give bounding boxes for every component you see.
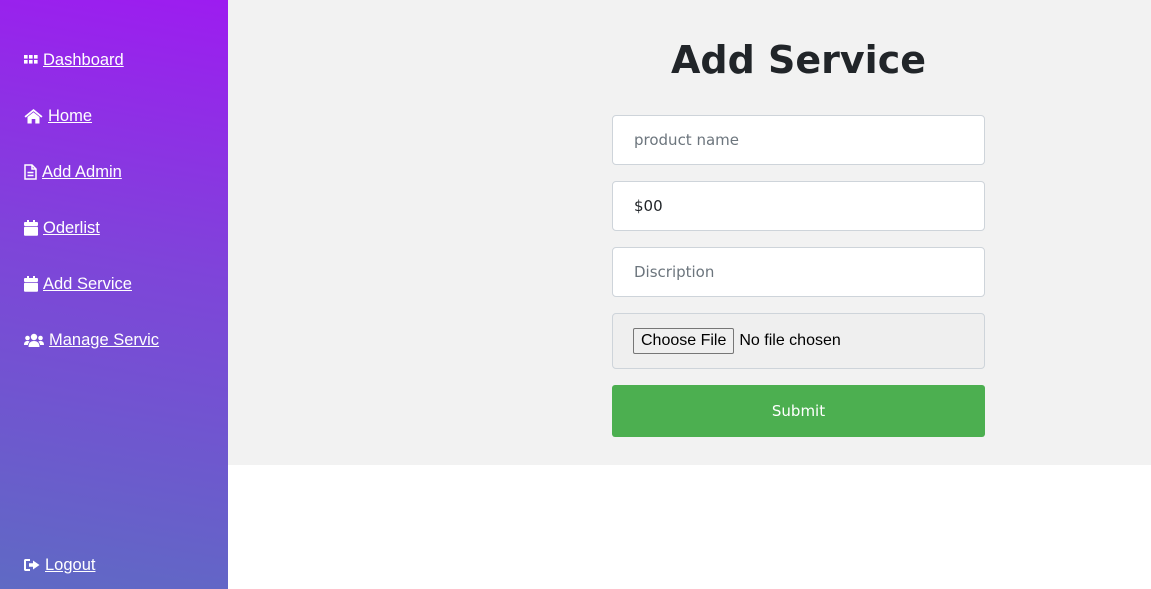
calendar-icon (24, 220, 38, 236)
sidebar-item-label: Home (48, 106, 93, 125)
logout-link[interactable]: Logout (24, 553, 95, 577)
sidebar-item-label: Oderlist (43, 218, 100, 237)
file-status-text: No file chosen (739, 332, 841, 349)
document-icon (24, 164, 37, 180)
home-icon (24, 108, 43, 124)
main-content: Add Service Choose File No file chosen S… (228, 0, 1151, 465)
sidebar-item-label: Add Admin (42, 162, 122, 181)
product-name-input[interactable] (612, 115, 985, 165)
grid-icon (24, 53, 38, 67)
file-upload-field: Choose File No file chosen (612, 313, 985, 369)
sidebar-item-home[interactable]: Home (24, 104, 92, 128)
description-input[interactable] (612, 247, 985, 297)
sidebar-item-add-admin[interactable]: Add Admin (24, 160, 122, 184)
sidebar-item-label: Add Service (43, 274, 132, 293)
sidebar: Dashboard Home Add Admin Oderlist Add Se… (0, 0, 228, 589)
page-title: Add Service (670, 38, 926, 82)
submit-button[interactable]: Submit (612, 385, 985, 437)
sidebar-item-manage-service[interactable]: Manage Servic (24, 328, 159, 352)
choose-file-button[interactable]: Choose File (633, 328, 735, 354)
sign-out-icon (24, 558, 40, 572)
sidebar-item-dashboard[interactable]: Dashboard (24, 48, 124, 72)
sidebar-item-oderlist[interactable]: Oderlist (24, 216, 100, 240)
calendar-icon (24, 276, 38, 292)
sidebar-item-label: Manage Servic (49, 330, 160, 349)
users-icon (24, 333, 44, 348)
sidebar-item-label: Dashboard (43, 50, 124, 69)
sidebar-item-add-service[interactable]: Add Service (24, 272, 132, 296)
logout-label: Logout (45, 555, 96, 574)
price-input[interactable] (612, 181, 985, 231)
